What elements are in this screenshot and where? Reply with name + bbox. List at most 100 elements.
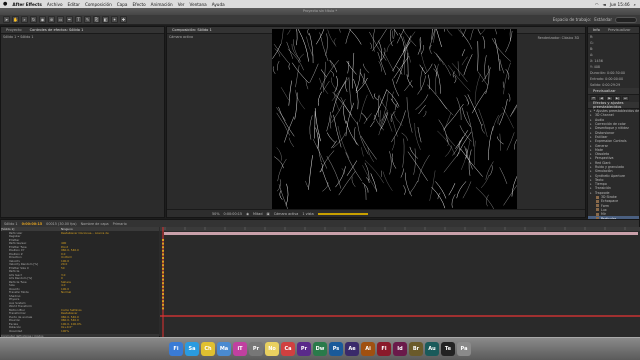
dock-app-icon[interactable]: Ae xyxy=(345,342,359,356)
particle-strand xyxy=(475,187,495,211)
eraser-tool-icon[interactable]: ◧ xyxy=(102,16,109,23)
particle-strand xyxy=(421,44,425,55)
tab-project[interactable]: Proyecto xyxy=(4,28,24,32)
timeline-col-name: Nombre de capa xyxy=(80,221,109,226)
camera-tool-icon[interactable]: ◉ xyxy=(39,16,46,23)
mask-tool-icon[interactable]: ▭ xyxy=(57,16,64,23)
dock-app-icon[interactable]: Fl xyxy=(377,342,391,356)
menu-ver[interactable]: Ver xyxy=(178,2,185,7)
dock-app-icon[interactable]: Fi xyxy=(169,342,183,356)
timeline-tab[interactable]: Sólido 1 xyxy=(4,222,18,226)
views-select[interactable]: 1 vista xyxy=(302,212,313,216)
tab-preview[interactable]: Previsualizar xyxy=(591,89,618,93)
apple-icon[interactable]: ● xyxy=(3,1,7,7)
particle-strand xyxy=(400,168,404,178)
roto-tool-icon[interactable]: ✦ xyxy=(111,16,118,23)
dock-app-icon[interactable]: Pr xyxy=(249,342,263,356)
puppet-tool-icon[interactable]: ✚ xyxy=(120,16,127,23)
brush-tool-icon[interactable]: ✎ xyxy=(84,16,91,23)
particle-strand xyxy=(277,158,287,182)
menu-app[interactable]: After Effects xyxy=(12,2,42,7)
particle-render xyxy=(272,29,517,211)
comp-timecode[interactable]: 0:00:00:15 xyxy=(224,212,243,216)
particle-strand xyxy=(495,29,497,35)
clock[interactable]: Jue 15:46 xyxy=(610,2,630,7)
clone-tool-icon[interactable]: ⎘ xyxy=(93,16,100,23)
disclosure-triangle-icon[interactable]: ▸ xyxy=(590,191,593,195)
comp-viewer-toolbar: 50% 0:00:00:15 ◉ Mitad ▣ Cámara activa 1… xyxy=(167,209,585,217)
dock-app-icon[interactable]: Sa xyxy=(185,342,199,356)
timeline-timecode[interactable]: 0:00:00:15 xyxy=(22,222,43,226)
selection-tool-icon[interactable]: ➤ xyxy=(3,16,10,23)
menu-editar[interactable]: Editar xyxy=(68,2,80,7)
dock-app-icon[interactable]: Ps xyxy=(329,342,343,356)
menu-animacion[interactable]: Animación xyxy=(151,2,173,7)
tab-info[interactable]: Info xyxy=(591,28,602,32)
dock-app-icon[interactable]: Au xyxy=(425,342,439,356)
zoom-tool-icon[interactable]: ⌕ xyxy=(21,16,28,23)
rotate-tool-icon[interactable]: ↻ xyxy=(30,16,37,23)
timeline-property-row[interactable]: Opacidad 100% xyxy=(1,329,159,333)
menu-composicion[interactable]: Composición xyxy=(85,2,112,7)
property-value[interactable]: 50 xyxy=(61,266,65,270)
tab-preview-top[interactable]: Previsualizar xyxy=(606,28,633,32)
particle-strand xyxy=(485,161,494,180)
dock-app-icon[interactable]: No xyxy=(265,342,279,356)
dock-app-icon[interactable]: Te xyxy=(441,342,455,356)
dock-app-icon[interactable]: Br xyxy=(409,342,423,356)
tab-effects-presets[interactable]: Efectos y ajustes preestablecidos xyxy=(591,101,639,109)
property-name: Opacidad xyxy=(9,328,23,333)
dock-app-icon[interactable]: Pa xyxy=(457,342,471,356)
keyframe-marker xyxy=(162,278,164,281)
text-tool-icon[interactable]: T xyxy=(75,16,82,23)
property-value[interactable]: Normal xyxy=(61,290,71,294)
dock-app-icon[interactable]: Ch xyxy=(201,342,215,356)
dock-app-icon[interactable]: Dw xyxy=(313,342,327,356)
dock-app-icon[interactable]: Ma xyxy=(217,342,231,356)
particle-strand xyxy=(361,112,368,121)
wifi-icon[interactable]: ◠ xyxy=(595,2,599,7)
camera-icon[interactable]: ◉ xyxy=(246,212,249,216)
menu-ventana[interactable]: Ventana xyxy=(190,2,207,7)
particle-strand xyxy=(423,110,427,118)
particle-strand xyxy=(435,63,439,95)
timeline-graph-area[interactable] xyxy=(160,227,640,337)
tab-effect-controls[interactable]: Controles de efectos: Sólido 1 xyxy=(28,28,86,32)
composition-viewer[interactable] xyxy=(272,29,517,212)
zoom-select[interactable]: 50% xyxy=(212,212,220,216)
particle-strand xyxy=(319,32,329,62)
hand-tool-icon[interactable]: ✋ xyxy=(12,16,19,23)
menu-ayuda[interactable]: Ayuda xyxy=(212,2,225,7)
status-area: ◠ ◄ Jue 15:46 ⌕ xyxy=(595,2,640,7)
particle-strand xyxy=(480,174,490,189)
property-value[interactable]: 100% xyxy=(61,329,69,333)
particle-strand xyxy=(445,145,452,157)
workspace-select[interactable]: Estándar xyxy=(594,17,612,22)
keyframe-marker xyxy=(162,275,164,277)
dock-app-icon[interactable]: Pr xyxy=(297,342,311,356)
particle-strand xyxy=(340,96,358,125)
dock-app-icon[interactable]: Ai xyxy=(361,342,375,356)
menu-capa[interactable]: Capa xyxy=(117,2,128,7)
pan-behind-tool-icon[interactable]: ⊕ xyxy=(48,16,55,23)
region-icon[interactable]: ▣ xyxy=(266,212,269,216)
dock-app-icon[interactable]: iT xyxy=(233,342,247,356)
menu-archivo[interactable]: Archivo xyxy=(47,2,63,7)
keyframe-marker xyxy=(162,257,164,259)
help-search-input[interactable] xyxy=(615,16,637,23)
particle-strand xyxy=(383,51,395,73)
dock-app-icon[interactable]: Id xyxy=(393,342,407,356)
particle-strand xyxy=(461,56,468,66)
tab-composition[interactable]: Composición: Sólido 1 xyxy=(170,28,214,32)
volume-icon[interactable]: ◄ xyxy=(603,2,606,7)
renderer-label[interactable]: Renderizador: Clásico 3D xyxy=(536,35,581,41)
camera-select[interactable]: Cámara activa xyxy=(274,212,299,216)
menu-efecto[interactable]: Efecto xyxy=(132,2,145,7)
spotlight-icon[interactable]: ⌕ xyxy=(634,2,636,7)
dock-app-icon[interactable]: Ca xyxy=(281,342,295,356)
resolution-select[interactable]: Mitad xyxy=(253,212,262,216)
right-panel: Info Previsualizar R: G: B: A: X: 1456 Y… xyxy=(587,26,640,238)
particle-strand xyxy=(385,113,393,132)
property-value[interactable]: Restablecer Opciones... Acerca de xyxy=(61,231,109,235)
pen-tool-icon[interactable]: ✒ xyxy=(66,16,73,23)
